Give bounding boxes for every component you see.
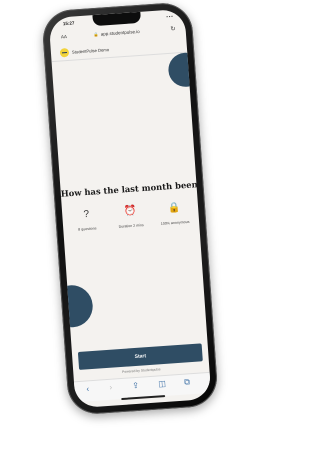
tabs-icon[interactable]: ⧉ bbox=[184, 377, 190, 387]
alarm-clock-icon: ⏰ bbox=[123, 205, 137, 218]
back-icon[interactable]: ‹ bbox=[86, 384, 89, 393]
phone-frame: 15:27 ▪▪▪ AA 🔒 app.studentpulse.io ↻ Stu… bbox=[41, 1, 219, 416]
survey-headline: How has the last month been? bbox=[60, 178, 203, 199]
reload-icon[interactable]: ↻ bbox=[170, 25, 175, 32]
feature-questions: ? 8 questions bbox=[64, 208, 109, 233]
text-size-button[interactable]: AA bbox=[61, 34, 67, 39]
feature-duration: ⏰ Duration 2 mins bbox=[108, 204, 153, 229]
stage: 15:27 ▪▪▪ AA 🔒 app.studentpulse.io ↻ Stu… bbox=[0, 0, 240, 449]
bookmarks-icon[interactable]: ◫ bbox=[158, 379, 166, 389]
decorative-circle-top bbox=[167, 51, 204, 88]
lock-icon: 🔒 bbox=[167, 202, 181, 215]
feature-anonymous: 🔒 100% anonymous bbox=[152, 201, 197, 226]
feature-label: 100% anonymous bbox=[160, 219, 190, 226]
app-name: StudentPulse Demo bbox=[71, 47, 110, 55]
lock-icon: 🔒 bbox=[93, 31, 99, 38]
signal-icon: ▪▪▪ bbox=[166, 13, 174, 19]
question-icon: ? bbox=[83, 208, 90, 221]
app-logo bbox=[59, 47, 70, 58]
status-time: 15:27 bbox=[62, 20, 75, 27]
url-text[interactable]: app.studentpulse.io bbox=[101, 29, 140, 37]
survey-features: ? 8 questions ⏰ Duration 2 mins 🔒 100% a… bbox=[62, 201, 200, 250]
feature-label: 8 questions bbox=[78, 226, 97, 232]
forward-icon[interactable]: › bbox=[109, 383, 112, 392]
feature-label: Duration 2 mins bbox=[118, 223, 144, 229]
share-icon[interactable]: ⇪ bbox=[132, 381, 139, 390]
phone-screen: 15:27 ▪▪▪ AA 🔒 app.studentpulse.io ↻ Stu… bbox=[48, 8, 212, 409]
decorative-circle-bottom bbox=[49, 283, 95, 329]
